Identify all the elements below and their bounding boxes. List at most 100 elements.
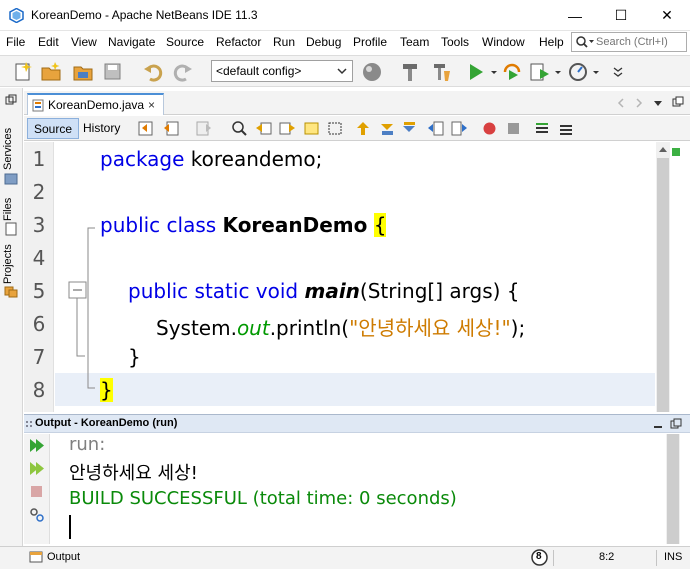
editor-scrollbar[interactable] [656,142,670,412]
build-hammer-icon[interactable] [399,61,421,83]
run-project-icon[interactable] [465,61,487,83]
tab-korean-demo[interactable]: KoreanDemo.java × [27,93,164,115]
restore-window-icon[interactable] [5,94,17,106]
search-box[interactable] [571,32,687,52]
menu-refactor[interactable]: Refactor [216,35,261,49]
caret-position: 8:2 [599,551,615,563]
left-sidebar: Services Files Projects [0,88,23,548]
output-scrollbar[interactable] [666,434,680,544]
menu-help[interactable]: Help [539,35,564,49]
minimize-button[interactable]: — [552,0,598,31]
close-tab-button[interactable]: × [148,98,155,112]
maximize-editor-icon[interactable] [672,96,684,108]
toolbar-overflow-icon[interactable] [611,61,625,83]
status-separator [656,550,657,566]
maximize-panel-icon[interactable] [670,418,682,430]
main-toolbar: <default config> [0,55,690,87]
shift-left-icon[interactable] [426,119,445,138]
history-tab[interactable]: History [77,118,126,139]
code-text: .println( [269,316,350,340]
menu-team[interactable]: Team [400,35,429,49]
output-toolbar [24,434,50,544]
browser-globe-icon[interactable] [361,61,383,83]
tab-projects[interactable]: Projects [2,240,20,284]
menu-profile[interactable]: Profile [353,35,387,49]
search-icon [576,36,594,48]
output-window-icon[interactable] [29,550,43,564]
line-number: 8 [32,378,46,402]
status-output-label[interactable]: Output [47,551,80,563]
tab-files[interactable]: Files [2,191,20,221]
profile-dropdown-icon[interactable] [591,61,601,83]
comment-icon[interactable] [532,119,551,138]
keyword: public static void [128,279,305,303]
redo-icon[interactable] [172,61,194,83]
menu-edit[interactable]: Edit [38,35,59,49]
java-file-icon [32,99,44,112]
close-window-button[interactable]: ✕ [644,0,690,31]
chevron-right-icon[interactable] [634,97,644,109]
services-icon[interactable] [4,172,18,186]
minimize-panel-icon[interactable] [652,418,664,430]
new-file-icon[interactable] [12,61,34,83]
class-name: KoreanDemo [222,213,368,237]
toggle-rect-selection-icon[interactable] [326,119,345,138]
menu-run[interactable]: Run [273,35,295,49]
stop-icon[interactable] [28,483,45,500]
forward-icon[interactable] [194,119,213,138]
uncomment-icon[interactable] [556,119,575,138]
source-tab[interactable]: Source [27,118,80,139]
debug-dropdown-icon[interactable] [553,61,563,83]
shift-right-icon[interactable] [450,119,469,138]
back-icon[interactable] [162,119,181,138]
debug-project-icon[interactable] [529,61,551,83]
maximize-button[interactable]: ☐ [598,0,644,31]
menu-debug[interactable]: Debug [306,35,341,49]
toggle-bookmark-icon[interactable] [400,119,419,138]
code-editor[interactable]: 1 2 3 4 5 6 7 8 package koreandemo; publ… [24,142,690,412]
scroll-up-icon[interactable] [658,145,668,155]
menu-navigate[interactable]: Navigate [108,35,155,49]
scrollbar-thumb[interactable] [657,158,669,412]
string-literal: "안녕하세요 세상!" [349,316,511,340]
start-macro-icon[interactable] [480,119,499,138]
last-edit-icon[interactable] [136,119,155,138]
scrollbar-thumb[interactable] [667,434,679,544]
rerun-with-options-icon[interactable] [28,460,45,477]
save-all-icon[interactable] [102,61,124,83]
find-previous-icon[interactable] [254,119,273,138]
menu-tools[interactable]: Tools [441,35,469,49]
show-opened-documents-icon[interactable] [652,97,664,109]
code-text: System. [156,316,237,340]
menu-file[interactable]: File [6,35,25,49]
stop-macro-icon[interactable] [504,119,523,138]
menu-window[interactable]: Window [482,35,525,49]
keyword: package [100,147,185,171]
toggle-highlight-icon[interactable] [302,119,321,138]
rerun-icon[interactable] [28,437,45,454]
search-input[interactable] [596,34,684,50]
debug-run-icon[interactable] [501,61,523,83]
menu-source[interactable]: Source [166,35,204,49]
undo-icon[interactable] [142,61,164,83]
open-project-icon[interactable] [72,61,94,83]
menu-view[interactable]: View [71,35,97,49]
find-next-icon[interactable] [278,119,297,138]
run-dropdown-icon[interactable] [489,61,499,83]
chevron-left-icon[interactable] [616,97,626,109]
next-bookmark-icon[interactable] [378,119,397,138]
projects-icon[interactable] [4,284,18,298]
output-settings-icon[interactable] [28,506,45,523]
new-project-icon[interactable] [40,61,62,83]
files-icon[interactable] [4,222,18,236]
tab-services[interactable]: Services [2,118,20,170]
code-line-6: System.out.println("안녕하세요 세상!"); [156,312,525,341]
clean-build-icon[interactable] [431,61,453,83]
profile-project-icon[interactable] [567,61,589,83]
previous-bookmark-icon[interactable] [354,119,373,138]
static-field: out [236,316,270,340]
closing-brace: } [128,345,141,369]
find-selection-icon[interactable] [230,119,249,138]
output-console[interactable]: run: 안녕하세요 세상! BUILD SUCCESSFUL (total t… [24,434,690,544]
config-select[interactable]: <default config> [211,60,353,82]
